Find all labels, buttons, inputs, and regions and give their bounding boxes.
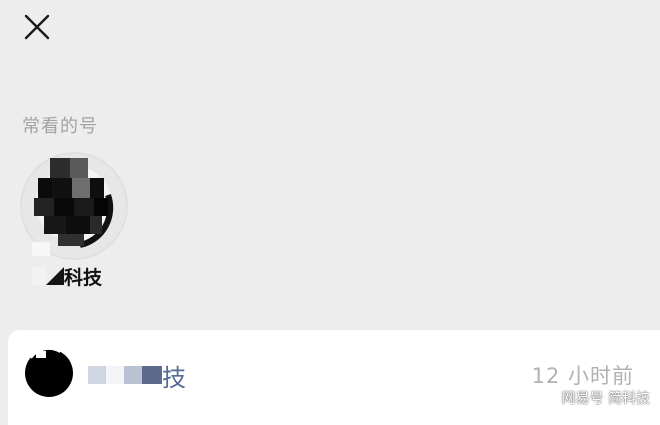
account-name-text: 科技 xyxy=(64,266,103,289)
recent-account-row[interactable]: 技 12 小时前 xyxy=(8,330,660,425)
close-icon xyxy=(24,14,50,40)
watermark: 网易号 简科技 xyxy=(561,391,650,407)
redacted-block xyxy=(88,366,106,384)
redacted-block xyxy=(142,366,162,384)
account-name-text: 技 xyxy=(162,363,186,392)
frequent-account-name: 科技 xyxy=(32,262,102,290)
redacted-block xyxy=(124,366,142,384)
account-avatar xyxy=(20,152,128,260)
account-avatar xyxy=(25,348,73,397)
redacted-block xyxy=(106,366,124,384)
close-button[interactable] xyxy=(20,10,54,44)
section-title-frequent: 常看的号 xyxy=(22,116,98,137)
timestamp: 12 小时前 xyxy=(531,364,634,388)
frequent-account-item[interactable]: 科技 xyxy=(18,150,138,300)
redacted-block xyxy=(32,267,46,285)
redacted-block xyxy=(46,267,64,285)
recent-account-name: 技 xyxy=(88,358,186,392)
